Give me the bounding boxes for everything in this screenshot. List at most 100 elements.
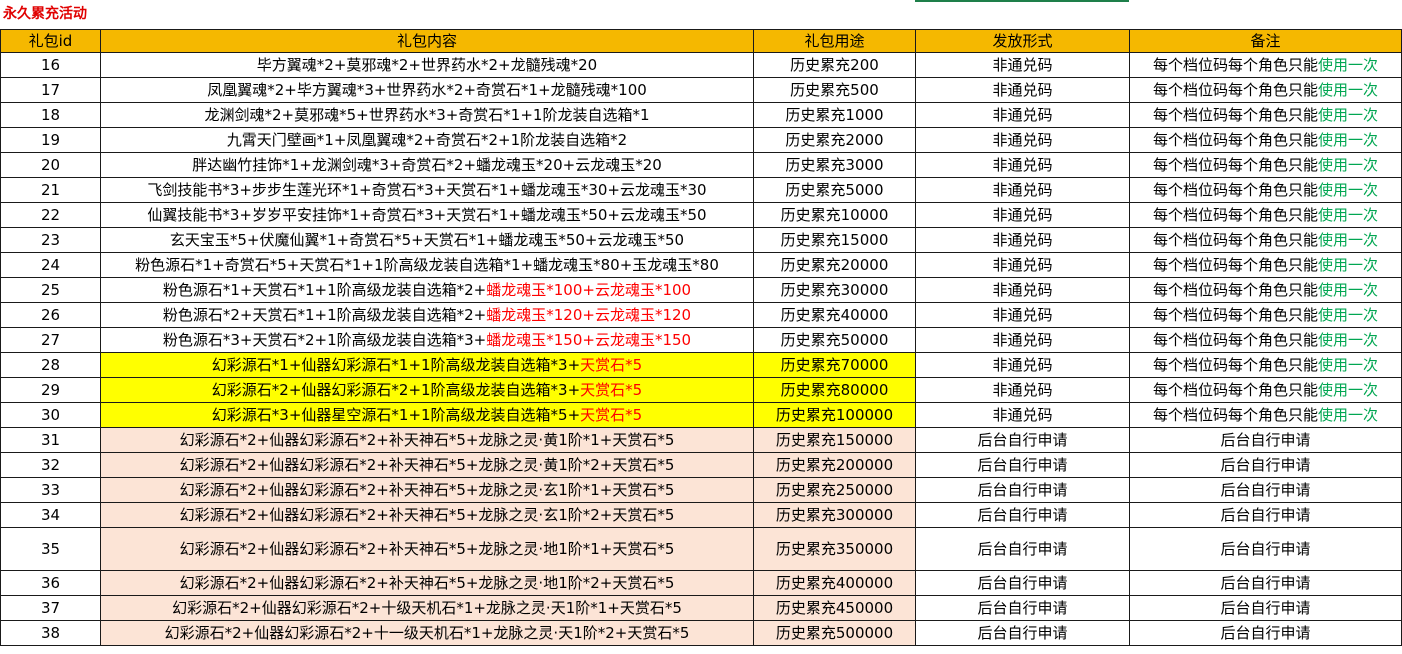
cell-usage[interactable]: 历史累充500 (753, 77, 916, 103)
cell-content[interactable]: 龙渊剑魂*2+莫邪魂*5+世界药水*3+奇赏石*1+1阶龙装自选箱*1 (100, 102, 754, 128)
cell-content[interactable]: 玄天宝玉*5+伏魔仙翼*1+奇赏石*5+天赏石*1+蟠龙魂玉*50+云龙魂玉*5… (100, 227, 754, 253)
cell-usage[interactable]: 历史累充5000 (753, 177, 916, 203)
cell-usage[interactable]: 历史累充400000 (753, 570, 916, 596)
cell-id[interactable]: 32 (0, 452, 101, 478)
cell-id[interactable]: 26 (0, 302, 101, 328)
cell-usage[interactable]: 历史累充40000 (753, 302, 916, 328)
cell-note[interactable]: 每个档位码每个角色只能使用一次 (1129, 252, 1402, 278)
cell-usage[interactable]: 历史累充10000 (753, 202, 916, 228)
cell-method[interactable]: 非通兑码 (915, 77, 1130, 103)
cell-method[interactable]: 后台自行申请 (915, 477, 1130, 503)
cell-id[interactable]: 20 (0, 152, 101, 178)
cell-content[interactable]: 胖达幽竹挂饰*1+龙渊剑魂*3+奇赏石*2+蟠龙魂玉*20+云龙魂玉*20 (100, 152, 754, 178)
cell-content[interactable]: 粉色源石*1+奇赏石*5+天赏石*1+1阶高级龙装自选箱*1+蟠龙魂玉*80+玉… (100, 252, 754, 278)
cell-id[interactable]: 29 (0, 377, 101, 403)
cell-note[interactable]: 每个档位码每个角色只能使用一次 (1129, 152, 1402, 178)
cell-id[interactable]: 16 (0, 52, 101, 78)
cell-content[interactable]: 飞剑技能书*3+步步生莲光环*1+奇赏石*3+天赏石*1+蟠龙魂玉*30+云龙魂… (100, 177, 754, 203)
cell-id[interactable]: 36 (0, 570, 101, 596)
cell-method[interactable]: 非通兑码 (915, 202, 1130, 228)
header-cell-id[interactable]: 礼包id (0, 29, 101, 53)
cell-content[interactable]: 粉色源石*1+天赏石*1+1阶高级龙装自选箱*2+蟠龙魂玉*100+云龙魂玉*1… (100, 277, 754, 303)
cell-id[interactable]: 31 (0, 427, 101, 453)
header-cell-usage[interactable]: 礼包用途 (753, 29, 916, 53)
cell-usage[interactable]: 历史累充100000 (753, 402, 916, 428)
cell-content[interactable]: 幻彩源石*2+仙器幻彩源石*2+补天神石*5+龙脉之灵·黄1阶*1+天赏石*5 (100, 427, 754, 453)
cell-id[interactable]: 28 (0, 352, 101, 378)
cell-content[interactable]: 幻彩源石*2+仙器幻彩源石*2+补天神石*5+龙脉之灵·玄1阶*1+天赏石*5 (100, 477, 754, 503)
cell-note[interactable]: 每个档位码每个角色只能使用一次 (1129, 127, 1402, 153)
cell-content[interactable]: 毕方翼魂*2+莫邪魂*2+世界药水*2+龙髓残魂*20 (100, 52, 754, 78)
cell-usage[interactable]: 历史累充1000 (753, 102, 916, 128)
cell-method[interactable]: 非通兑码 (915, 177, 1130, 203)
cell-note[interactable]: 每个档位码每个角色只能使用一次 (1129, 377, 1402, 403)
cell-usage[interactable]: 历史累充80000 (753, 377, 916, 403)
cell-id[interactable]: 19 (0, 127, 101, 153)
cell-usage[interactable]: 历史累充3000 (753, 152, 916, 178)
cell-method[interactable]: 非通兑码 (915, 302, 1130, 328)
cell-content[interactable]: 幻彩源石*2+仙器幻彩源石*2+补天神石*5+龙脉之灵·地1阶*2+天赏石*5 (100, 570, 754, 596)
cell-method[interactable]: 非通兑码 (915, 227, 1130, 253)
cell-note[interactable]: 每个档位码每个角色只能使用一次 (1129, 227, 1402, 253)
cell-note[interactable]: 每个档位码每个角色只能使用一次 (1129, 177, 1402, 203)
cell-usage[interactable]: 历史累充70000 (753, 352, 916, 378)
cell-content[interactable]: 粉色源石*2+天赏石*1+1阶高级龙装自选箱*2+蟠龙魂玉*120+云龙魂玉*1… (100, 302, 754, 328)
cell-note[interactable]: 每个档位码每个角色只能使用一次 (1129, 77, 1402, 103)
cell-id[interactable]: 22 (0, 202, 101, 228)
cell-note[interactable]: 每个档位码每个角色只能使用一次 (1129, 277, 1402, 303)
cell-method[interactable]: 非通兑码 (915, 352, 1130, 378)
cell-id[interactable]: 34 (0, 502, 101, 528)
cell-note[interactable]: 后台自行申请 (1129, 452, 1402, 478)
cell-content[interactable]: 幻彩源石*2+仙器幻彩源石*2+1阶高级龙装自选箱*3+天赏石*5 (100, 377, 754, 403)
cell-usage[interactable]: 历史累充200000 (753, 452, 916, 478)
cell-id[interactable]: 35 (0, 527, 101, 571)
cell-usage[interactable]: 历史累充300000 (753, 502, 916, 528)
cell-usage[interactable]: 历史累充250000 (753, 477, 916, 503)
cell-note[interactable]: 后台自行申请 (1129, 502, 1402, 528)
cell-content[interactable]: 凤凰翼魂*2+毕方翼魂*3+世界药水*2+奇赏石*1+龙髓残魂*100 (100, 77, 754, 103)
cell-note[interactable]: 后台自行申请 (1129, 527, 1402, 571)
cell-id[interactable]: 38 (0, 620, 101, 646)
cell-note[interactable]: 每个档位码每个角色只能使用一次 (1129, 202, 1402, 228)
cell-usage[interactable]: 历史累充15000 (753, 227, 916, 253)
cell-method[interactable]: 非通兑码 (915, 152, 1130, 178)
cell-method[interactable]: 后台自行申请 (915, 427, 1130, 453)
cell-method[interactable]: 非通兑码 (915, 277, 1130, 303)
cell-usage[interactable]: 历史累充450000 (753, 595, 916, 621)
cell-note[interactable]: 每个档位码每个角色只能使用一次 (1129, 302, 1402, 328)
cell-id[interactable]: 18 (0, 102, 101, 128)
cell-usage[interactable]: 历史累充50000 (753, 327, 916, 353)
cell-content[interactable]: 幻彩源石*3+仙器星空源石*1+1阶高级龙装自选箱*5+天赏石*5 (100, 402, 754, 428)
cell-method[interactable]: 非通兑码 (915, 52, 1130, 78)
cell-method[interactable]: 后台自行申请 (915, 502, 1130, 528)
cell-content[interactable]: 幻彩源石*2+仙器幻彩源石*2+补天神石*5+龙脉之灵·地1阶*1+天赏石*5 (100, 527, 754, 571)
cell-usage[interactable]: 历史累充500000 (753, 620, 916, 646)
cell-note[interactable]: 后台自行申请 (1129, 570, 1402, 596)
cell-note[interactable]: 后台自行申请 (1129, 427, 1402, 453)
cell-usage[interactable]: 历史累充200 (753, 52, 916, 78)
cell-method[interactable]: 非通兑码 (915, 327, 1130, 353)
cell-method[interactable]: 后台自行申请 (915, 527, 1130, 571)
cell-method[interactable]: 非通兑码 (915, 402, 1130, 428)
cell-id[interactable]: 37 (0, 595, 101, 621)
cell-id[interactable]: 24 (0, 252, 101, 278)
header-cell-method[interactable]: 发放形式 (915, 29, 1130, 53)
sheet-title[interactable]: 永久累充活动 (3, 5, 87, 23)
cell-method[interactable]: 后台自行申请 (915, 620, 1130, 646)
cell-usage[interactable]: 历史累充2000 (753, 127, 916, 153)
cell-id[interactable]: 33 (0, 477, 101, 503)
cell-id[interactable]: 27 (0, 327, 101, 353)
cell-method[interactable]: 后台自行申请 (915, 452, 1130, 478)
cell-content[interactable]: 幻彩源石*2+仙器幻彩源石*2+补天神石*5+龙脉之灵·玄1阶*2+天赏石*5 (100, 502, 754, 528)
cell-method[interactable]: 非通兑码 (915, 102, 1130, 128)
cell-content[interactable]: 幻彩源石*2+仙器幻彩源石*2+补天神石*5+龙脉之灵·黄1阶*2+天赏石*5 (100, 452, 754, 478)
cell-content[interactable]: 幻彩源石*2+仙器幻彩源石*2+十一级天机石*1+龙脉之灵·天1阶*2+天赏石*… (100, 620, 754, 646)
cell-usage[interactable]: 历史累充30000 (753, 277, 916, 303)
cell-method[interactable]: 后台自行申请 (915, 570, 1130, 596)
cell-method[interactable]: 非通兑码 (915, 127, 1130, 153)
cell-usage[interactable]: 历史累充150000 (753, 427, 916, 453)
cell-note[interactable]: 每个档位码每个角色只能使用一次 (1129, 352, 1402, 378)
cell-id[interactable]: 23 (0, 227, 101, 253)
cell-id[interactable]: 30 (0, 402, 101, 428)
cell-method[interactable]: 非通兑码 (915, 377, 1130, 403)
